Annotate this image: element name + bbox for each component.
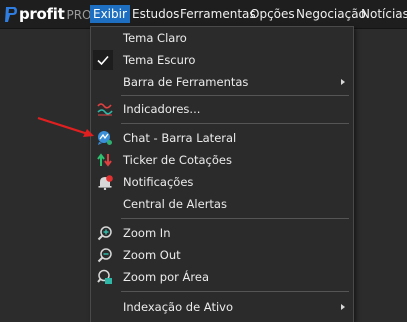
logo-text: profit	[19, 5, 65, 23]
separator	[121, 123, 349, 124]
menu-item-label: Chat - Barra Lateral	[123, 131, 237, 145]
indicators-icon	[97, 103, 113, 116]
menu-item-chat-barra-lateral[interactable]: Chat - Barra Lateral	[91, 127, 353, 149]
menu-item-label: Central de Alertas	[123, 197, 227, 211]
menu-item-indicadores[interactable]: Indicadores...	[91, 98, 353, 120]
zoom-area-icon	[97, 269, 112, 284]
ticker-icon	[97, 153, 112, 167]
checkmark-icon	[97, 55, 109, 66]
menu-item-zoom-por-area[interactable]: Zoom por Área	[91, 266, 353, 288]
chat-icon	[98, 131, 112, 145]
menu-opcoes[interactable]: Opções	[247, 5, 298, 23]
menu-estudos[interactable]: Estudos	[129, 5, 182, 23]
profit-logo: profit PRO	[4, 4, 92, 24]
menu-item-label: Notificações	[123, 175, 194, 189]
menu-item-label: Indicadores...	[123, 102, 201, 116]
bell-icon	[98, 175, 113, 190]
menu-item-label: Zoom por Área	[123, 270, 209, 284]
separator	[121, 95, 349, 96]
menu-noticias[interactable]: Notícias	[358, 5, 407, 23]
menu-item-label: Ticker de Cotações	[123, 153, 232, 167]
separator	[121, 218, 349, 219]
menu-item-ticker-de-cotacoes[interactable]: Ticker de Cotações	[91, 149, 353, 171]
menu-item-tema-escuro[interactable]: Tema Escuro	[91, 49, 353, 71]
menu-item-indexacao-de-ativo[interactable]: Indexação de Ativo	[91, 296, 353, 318]
menu-item-label: Zoom Out	[123, 248, 181, 262]
zoom-out-icon	[97, 248, 112, 263]
exibir-dropdown-menu: Tema Claro Tema Escuro Barra de Ferramen…	[90, 26, 354, 322]
menu-item-label: Tema Claro	[123, 31, 187, 45]
menu-item-label: Barra de Ferramentas	[123, 75, 249, 89]
logo-sub: PRO	[66, 8, 92, 22]
submenu-arrow-icon	[341, 304, 345, 310]
menu-item-label: Zoom In	[123, 226, 171, 240]
separator	[121, 291, 349, 292]
menu-item-central-de-alertas[interactable]: Central de Alertas	[91, 193, 353, 215]
submenu-arrow-icon	[341, 79, 345, 85]
menu-item-barra-de-ferramentas[interactable]: Barra de Ferramentas	[91, 71, 353, 93]
menu-item-zoom-in[interactable]: Zoom In	[91, 222, 353, 244]
menu-item-tema-claro[interactable]: Tema Claro	[91, 27, 353, 49]
menu-item-label: Indexação de Ativo	[123, 300, 234, 314]
zoom-in-icon	[97, 226, 112, 241]
menu-item-label: Tema Escuro	[123, 53, 196, 67]
menu-item-zoom-out[interactable]: Zoom Out	[91, 244, 353, 266]
menu-exibir[interactable]: Exibir	[90, 5, 130, 23]
profit-logo-icon	[5, 7, 17, 22]
menu-bar: profit PRO Exibir Estudos Ferramentas Op…	[0, 0, 407, 29]
menu-item-notificacoes[interactable]: Notificações	[91, 171, 353, 193]
